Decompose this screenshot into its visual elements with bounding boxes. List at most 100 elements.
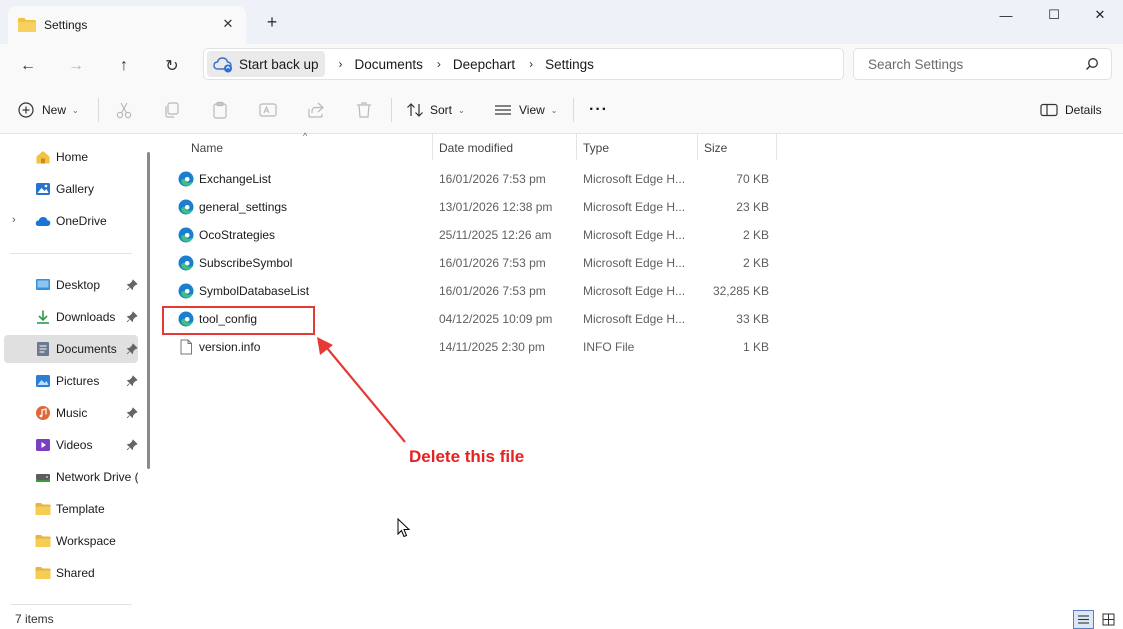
forward-button[interactable]: → [62, 52, 90, 80]
downloads-icon [37, 310, 49, 324]
breadcrumb-start-back-up[interactable]: Start back up [207, 51, 325, 77]
sidebar-item-videos[interactable]: Videos [4, 431, 138, 459]
toolbar-divider [391, 98, 392, 122]
pin-icon[interactable] [126, 375, 138, 387]
grid-icon [1102, 613, 1115, 626]
file-size: 32,285 KB [712, 284, 769, 298]
sidebar-item-gallery[interactable]: Gallery [4, 175, 138, 203]
table-row[interactable]: ExchangeList 16/01/2026 7:53 pm Microsof… [174, 165, 777, 193]
address-bar[interactable]: Start back up › Documents › Deepchart › … [203, 48, 844, 80]
refresh-button[interactable]: ↻ [158, 52, 186, 80]
column-header-date-modified[interactable]: Date modified [433, 134, 577, 161]
details-pane-button[interactable]: Details [1040, 96, 1102, 124]
sidebar-item-music[interactable]: Music [4, 399, 138, 427]
sidebar-item-onedrive[interactable]: OneDrive [4, 207, 138, 235]
sidebar-item-label: Gallery [56, 182, 95, 196]
back-button[interactable]: ← [14, 52, 42, 80]
file-name: version.info [199, 340, 261, 354]
new-tab-button[interactable]: + [262, 12, 282, 32]
tiles-view-button[interactable] [1098, 610, 1119, 629]
file-date: 16/01/2026 7:53 pm [439, 256, 546, 270]
folder-icon [35, 503, 51, 515]
table-row[interactable]: SymbolDatabaseList 16/01/2026 7:53 pm Mi… [174, 277, 777, 305]
pin-icon[interactable] [126, 439, 138, 451]
sort-button[interactable]: Sort ⌄ [406, 96, 465, 124]
pin-icon[interactable] [126, 343, 138, 355]
sidebar-item-label: Shared [56, 566, 95, 580]
toolbar-divider [573, 98, 574, 122]
cut-icon[interactable] [114, 100, 134, 120]
command-bar: New ⌄ Sort ⌄ View ⌄ ··· Details [0, 86, 1123, 134]
sidebar-item-label: Home [56, 150, 89, 164]
gallery-icon [36, 183, 50, 195]
column-divider[interactable] [776, 134, 777, 160]
sidebar-item-shared[interactable]: Shared [4, 559, 138, 587]
search-icon[interactable] [1085, 57, 1099, 71]
share-icon[interactable] [306, 100, 326, 120]
breadcrumb-settings[interactable]: Settings [545, 57, 594, 72]
search-box[interactable] [853, 48, 1112, 80]
edge-icon [178, 227, 194, 243]
table-row[interactable]: SubscribeSymbol 16/01/2026 7:53 pm Micro… [174, 249, 777, 277]
sidebar-item-label: Template [56, 502, 105, 516]
file-type: INFO File [583, 340, 635, 354]
more-options-button[interactable]: ··· [589, 96, 608, 124]
music-icon [36, 406, 50, 420]
sidebar-item-label: Music [56, 406, 88, 420]
list-details-icon [1078, 615, 1089, 624]
sidebar-item-downloads[interactable]: Downloads [4, 303, 138, 331]
backup-cloud-icon [213, 57, 232, 73]
details-view-button[interactable] [1073, 610, 1094, 629]
maximize-button[interactable]: ☐ [1030, 0, 1078, 30]
pin-icon[interactable] [126, 407, 138, 419]
column-header-type[interactable]: Type [577, 134, 697, 161]
copy-icon[interactable] [162, 100, 182, 120]
breadcrumb-documents[interactable]: Documents [355, 57, 423, 72]
file-size: 70 KB [736, 172, 769, 186]
pictures-icon [36, 375, 50, 387]
sidebar-item-workspace[interactable]: Workspace [4, 527, 138, 555]
chevron-down-icon: ⌄ [72, 105, 79, 115]
table-row[interactable]: version.info 14/11/2025 2:30 pm INFO Fil… [174, 333, 777, 361]
sidebar-scrollbar[interactable] [147, 152, 150, 469]
breadcrumb-chevron-icon[interactable]: › [529, 57, 533, 71]
paste-icon[interactable] [210, 100, 230, 120]
sidebar-item-template[interactable]: Template [4, 495, 138, 523]
sidebar-item-pictures[interactable]: Pictures [4, 367, 138, 395]
sidebar-divider [10, 253, 132, 254]
tab-settings[interactable]: Settings ✕ [8, 6, 246, 44]
file-type: Microsoft Edge H... [583, 200, 686, 214]
folder-icon [35, 567, 51, 579]
breadcrumb-chevron-icon[interactable]: › [437, 57, 441, 71]
column-header-size[interactable]: Size [698, 134, 776, 161]
rename-icon[interactable] [258, 100, 278, 120]
navigation-pane: Home Gallery › OneDrive Desktop Download… [0, 134, 158, 608]
sidebar-item-network-drive[interactable]: Network Drive (Z [4, 463, 138, 491]
delete-icon[interactable] [354, 100, 374, 120]
new-button[interactable]: New ⌄ [18, 96, 79, 124]
breadcrumb-chevron-icon[interactable]: › [339, 57, 343, 71]
sort-label: Sort [430, 103, 453, 117]
tab-close-icon[interactable]: ✕ [220, 16, 236, 32]
edge-icon [178, 283, 194, 299]
sidebar-divider [10, 604, 132, 605]
file-date: 04/12/2025 10:09 pm [439, 312, 553, 326]
file-date: 16/01/2026 7:53 pm [439, 172, 546, 186]
close-window-button[interactable]: ✕ [1076, 0, 1123, 30]
sidebar-item-label: Pictures [56, 374, 100, 388]
pin-icon[interactable] [126, 279, 138, 291]
sidebar-item-desktop[interactable]: Desktop [4, 271, 138, 299]
view-button[interactable]: View ⌄ [494, 96, 558, 124]
up-button[interactable]: ↑ [110, 52, 138, 80]
videos-icon [36, 439, 50, 451]
file-size: 23 KB [736, 200, 769, 214]
sidebar-item-documents[interactable]: Documents [4, 335, 138, 363]
table-row[interactable]: OcoStrategies 25/11/2025 12:26 am Micros… [174, 221, 777, 249]
column-header-name[interactable]: Name [185, 134, 432, 161]
pin-icon[interactable] [126, 311, 138, 323]
search-input[interactable] [868, 56, 1078, 72]
minimize-button[interactable]: — [982, 0, 1030, 30]
table-row[interactable]: general_settings 13/01/2026 12:38 pm Mic… [174, 193, 777, 221]
sidebar-item-home[interactable]: Home [4, 143, 138, 171]
breadcrumb-deepchart[interactable]: Deepchart [453, 57, 515, 72]
